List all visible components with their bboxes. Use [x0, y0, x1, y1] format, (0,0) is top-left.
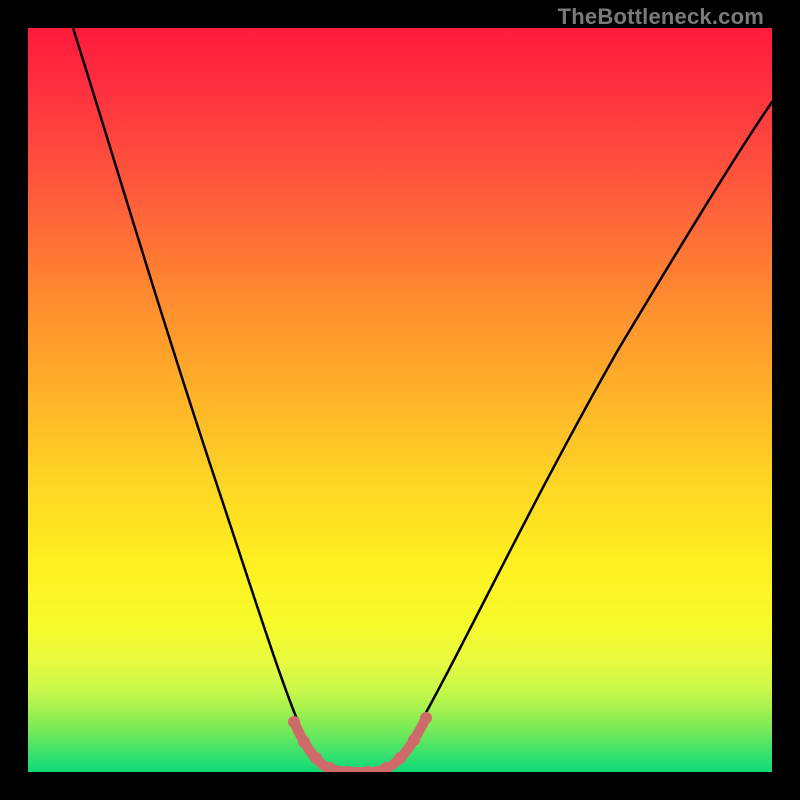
- bottleneck-curve-svg: [28, 28, 772, 772]
- chart-frame: TheBottleneck.com: [0, 0, 800, 800]
- highlight-dots: [288, 712, 432, 772]
- plot-area: [28, 28, 772, 772]
- watermark-text: TheBottleneck.com: [558, 4, 764, 30]
- bottleneck-floor-highlight-path: [294, 718, 426, 772]
- bottleneck-curve-path: [73, 28, 772, 770]
